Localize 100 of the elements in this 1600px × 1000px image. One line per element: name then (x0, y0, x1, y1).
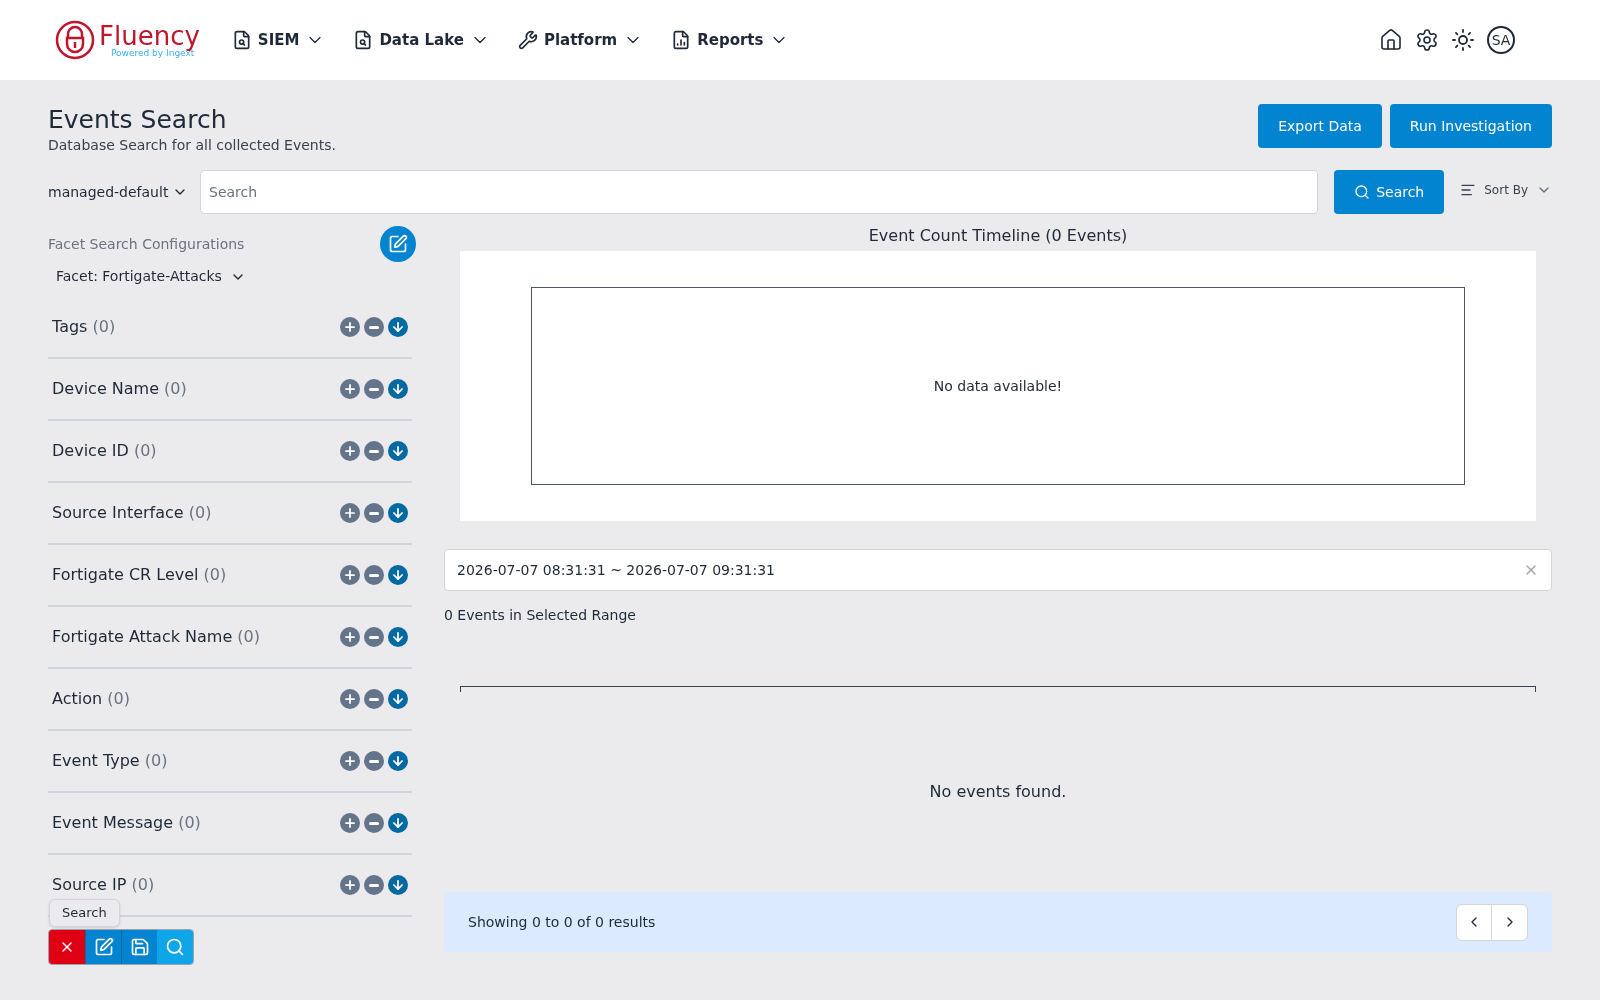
expand-button[interactable] (388, 627, 408, 648)
expand-button[interactable] (388, 503, 408, 524)
arrow-down-icon (391, 382, 405, 397)
range-summary: 0 Events in Selected Range (444, 606, 637, 626)
tooltip: Search (49, 899, 120, 927)
brand-name: Fluency (99, 22, 200, 49)
include-button[interactable] (340, 689, 360, 710)
include-button[interactable] (340, 503, 360, 524)
include-button[interactable] (340, 875, 360, 896)
facet-label: Action (0) (52, 688, 130, 711)
page-subtitle: Database Search for all collected Events. (48, 136, 336, 156)
scope-dropdown[interactable]: managed-default (48, 181, 184, 203)
sun-icon[interactable] (1451, 28, 1475, 52)
facet-label: Fortigate Attack Name (0) (52, 626, 260, 649)
arrow-down-icon (391, 630, 405, 645)
nav-menu[interactable]: SIEM (231, 28, 326, 52)
edit-button[interactable] (85, 930, 121, 965)
action-button[interactable]: Run Investigation (1389, 104, 1552, 148)
plus-icon (343, 506, 357, 521)
exclude-button[interactable] (364, 627, 384, 648)
search-icon (1354, 184, 1371, 201)
empty-results-message: No events found. (929, 781, 1067, 804)
expand-button[interactable] (388, 317, 408, 338)
minus-icon (369, 821, 379, 825)
search-button[interactable]: Search (1334, 170, 1445, 215)
arrow-down-icon (391, 320, 405, 335)
nav-menu[interactable]: Data Lake (353, 28, 490, 52)
page-title: Events Search (48, 104, 228, 136)
include-button[interactable] (340, 751, 360, 772)
facet-label: Fortigate CR Level (0) (52, 564, 227, 587)
exclude-button[interactable] (364, 875, 384, 896)
empty-chart-message: No data available! (933, 376, 1063, 396)
minus-icon (369, 697, 379, 701)
expand-button[interactable] (388, 813, 408, 834)
plus-icon (343, 878, 357, 893)
facet-label: Device Name (0) (52, 378, 187, 401)
minus-icon (369, 325, 379, 329)
search-field[interactable]: Search (200, 170, 1319, 215)
arrow-down-icon (391, 754, 405, 769)
include-button[interactable] (340, 565, 360, 586)
nav-menu[interactable]: Reports (671, 28, 790, 52)
facet-label: Event Type (0) (52, 750, 168, 773)
facet-config-title: Facet Search Configurations (48, 234, 245, 254)
facet-label: Source IP (0) (52, 874, 155, 897)
expand-button[interactable] (388, 875, 408, 896)
action-button[interactable]: Export Data (1258, 104, 1382, 148)
expand-button[interactable] (388, 689, 408, 710)
expand-button[interactable] (388, 751, 408, 772)
include-button[interactable] (340, 317, 360, 338)
minus-icon (369, 449, 379, 453)
expand-button[interactable] (388, 441, 408, 462)
document-chart-icon (671, 30, 692, 50)
arrow-down-icon (391, 444, 405, 459)
exclude-button[interactable] (364, 813, 384, 834)
expand-button[interactable] (388, 379, 408, 400)
document-search-icon (353, 30, 374, 50)
date-range-field[interactable]: 2026-07-07 08:31:31 ~ 2026-07-07 09:31:31 (444, 549, 1552, 592)
exclude-button[interactable] (364, 565, 384, 586)
include-button[interactable] (340, 813, 360, 834)
save-button[interactable] (121, 930, 157, 965)
expand-button[interactable] (388, 565, 408, 586)
include-button[interactable] (340, 627, 360, 648)
minus-icon (369, 635, 379, 639)
edit-icon (93, 937, 114, 958)
arrow-down-icon (391, 506, 405, 521)
facet-config-dropdown[interactable]: Facet: Fortigate-Attacks (56, 266, 246, 288)
minus-icon (369, 883, 379, 887)
sort-dropdown[interactable]: Sort By (1460, 181, 1552, 200)
nav-menu[interactable]: Platform (517, 28, 644, 52)
plus-icon (343, 444, 357, 459)
user-avatar[interactable]: SA (1487, 26, 1515, 54)
edit-config-button[interactable] (380, 226, 416, 263)
wrench-icon (517, 30, 538, 50)
exclude-button[interactable] (364, 441, 384, 462)
exclude-button[interactable] (364, 689, 384, 710)
plus-icon (343, 320, 357, 335)
save-icon (129, 937, 150, 958)
exclude-button[interactable] (364, 317, 384, 338)
plus-icon (343, 816, 357, 831)
settings-icon[interactable] (1415, 28, 1439, 52)
search-button[interactable] (157, 930, 193, 965)
plus-icon (343, 754, 357, 769)
plus-icon (343, 382, 357, 397)
minus-icon (369, 511, 379, 515)
minus-icon (369, 759, 379, 763)
exclude-button[interactable] (364, 379, 384, 400)
search-icon (165, 937, 185, 958)
include-button[interactable] (340, 379, 360, 400)
brand-tagline: Powered by Ingext (111, 48, 195, 58)
arrow-down-icon (391, 568, 405, 583)
timeline-title: Event Count Timeline (0 Events) (867, 225, 1129, 248)
include-button[interactable] (340, 441, 360, 462)
arrow-down-icon (391, 816, 405, 831)
arrow-down-icon (391, 878, 405, 893)
facet-label: Tags (0) (52, 316, 116, 339)
exclude-button[interactable] (364, 503, 384, 524)
results-count: Showing 0 to 0 of 0 results (468, 912, 656, 932)
date-range-value: 2026-07-07 08:31:31 ~ 2026-07-07 09:31:31 (457, 560, 775, 580)
home-icon[interactable] (1379, 28, 1403, 52)
exclude-button[interactable] (364, 751, 384, 772)
